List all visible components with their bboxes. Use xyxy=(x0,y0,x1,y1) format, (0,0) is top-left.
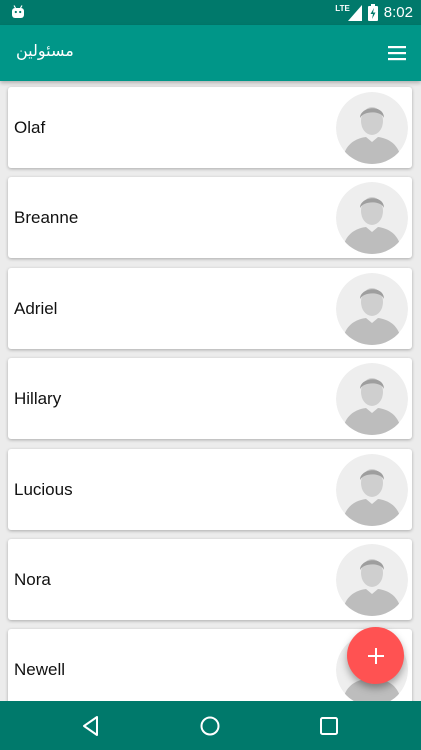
add-icon xyxy=(367,647,384,664)
app-bar: مسئولین xyxy=(0,25,421,81)
contact-card[interactable]: Breanne xyxy=(8,177,412,258)
contact-list[interactable]: Olaf Breanne Adriel Hillary Lucious Nora… xyxy=(0,81,421,701)
default-avatar-icon xyxy=(336,272,408,345)
contact-card[interactable]: Adriel xyxy=(8,268,412,349)
android-notification-icon xyxy=(12,5,24,18)
contact-name: Nora xyxy=(14,569,51,589)
status-bar: LTE 8:02 xyxy=(0,0,421,25)
default-avatar-icon xyxy=(336,362,408,435)
contact-name: Breanne xyxy=(14,207,79,227)
contact-name: Adriel xyxy=(14,298,58,318)
add-button[interactable] xyxy=(347,627,404,684)
contact-card[interactable]: Olaf xyxy=(8,87,412,168)
contact-card[interactable]: Lucious xyxy=(8,449,412,530)
contact-name: Newell xyxy=(14,659,66,679)
contact-name: Hillary xyxy=(14,388,62,408)
contact-name: Lucious xyxy=(14,479,73,499)
battery-charging-icon xyxy=(367,4,378,21)
home-icon[interactable] xyxy=(198,714,222,738)
contact-name: Olaf xyxy=(14,117,46,137)
navigation-bar xyxy=(0,701,421,750)
contact-card[interactable]: Hillary xyxy=(8,358,412,439)
default-avatar-icon xyxy=(336,543,408,616)
page-title: مسئولین xyxy=(16,41,74,60)
recents-icon[interactable] xyxy=(317,714,341,738)
default-avatar-icon xyxy=(336,91,408,164)
contact-card[interactable]: Nora xyxy=(8,539,412,620)
default-avatar-icon xyxy=(336,181,408,254)
network-type-label: LTE xyxy=(335,4,350,13)
status-right-group: LTE 8:02 xyxy=(335,3,413,22)
default-avatar-icon xyxy=(336,453,408,526)
hamburger-menu-icon[interactable] xyxy=(385,41,409,65)
status-time: 8:02 xyxy=(383,4,413,21)
back-icon[interactable] xyxy=(80,714,104,738)
